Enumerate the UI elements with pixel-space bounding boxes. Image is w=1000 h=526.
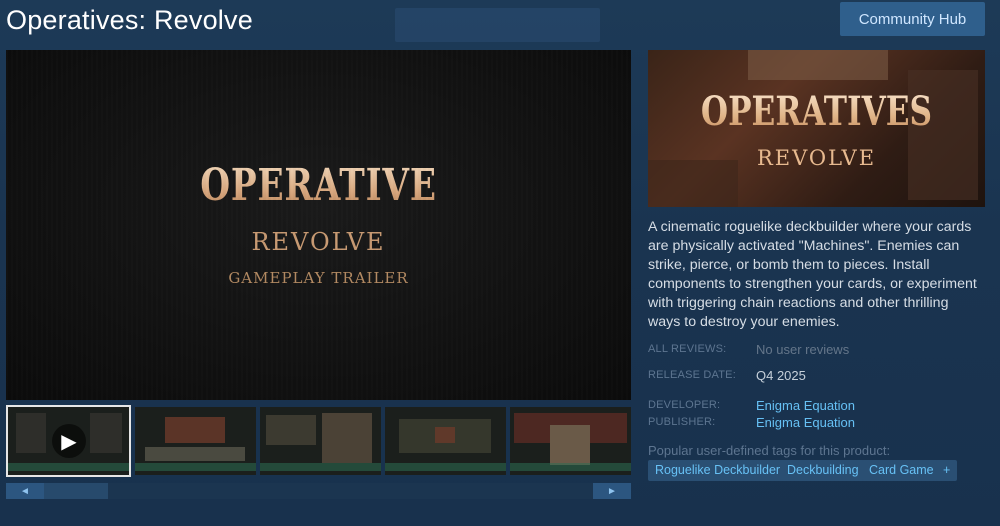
tag-deckbuilding[interactable]: Deckbuilding <box>780 460 866 481</box>
thumbnail-screenshot[interactable] <box>260 407 381 475</box>
game-capsule-image: OPERATIVES REVOLVE <box>648 50 985 207</box>
tags-label: Popular user-defined tags for this produ… <box>648 443 891 458</box>
video-trailer-label: GAMEPLAY TRAILER <box>228 269 409 287</box>
scroll-left-arrow-icon[interactable]: ◄ <box>6 483 44 499</box>
thumbnail-screenshot[interactable] <box>510 407 631 475</box>
page-title: Operatives: Revolve <box>6 5 253 35</box>
tag-roguelike-deckbuilder[interactable]: Roguelike Deckbuilder <box>648 460 788 481</box>
reviews-value: No user reviews <box>756 342 850 357</box>
media-thumbnail-strip: ▶ <box>6 405 631 479</box>
tag-add-button[interactable]: + <box>936 460 958 481</box>
thumbnail-screenshot[interactable] <box>385 407 506 475</box>
thumbnail-trailer[interactable]: ▶ <box>6 405 131 477</box>
developer-link[interactable]: Enigma Equation <box>756 398 855 413</box>
play-icon: ▶ <box>52 424 86 458</box>
developer-label: DEVELOPER: <box>648 399 721 411</box>
game-description: A cinematic roguelike deckbuilder where … <box>648 219 977 330</box>
publisher-link[interactable]: Enigma Equation <box>756 415 855 430</box>
community-hub-button[interactable]: Community Hub <box>840 2 985 36</box>
gallery-scrollbar-handle[interactable] <box>38 483 108 499</box>
release-date-label: RELEASE DATE: <box>648 369 736 381</box>
video-player[interactable]: OPERATIVE REVOLVE GAMEPLAY TRAILER <box>6 50 631 400</box>
video-title-sub: REVOLVE <box>251 228 386 256</box>
tag-card-game[interactable]: Card Game <box>862 460 941 481</box>
scroll-right-arrow-icon[interactable]: ► <box>593 483 631 499</box>
reviews-label: ALL REVIEWS: <box>648 343 727 355</box>
video-title-main: OPERATIVE <box>75 160 563 211</box>
release-date-value: Q4 2025 <box>756 368 806 383</box>
capsule-title-main: OPERATIVES <box>685 88 948 135</box>
thumbnail-screenshot[interactable] <box>135 407 256 475</box>
header-search-glow <box>395 8 600 42</box>
publisher-label: PUBLISHER: <box>648 416 716 428</box>
capsule-title-sub: REVOLVE <box>756 146 877 170</box>
